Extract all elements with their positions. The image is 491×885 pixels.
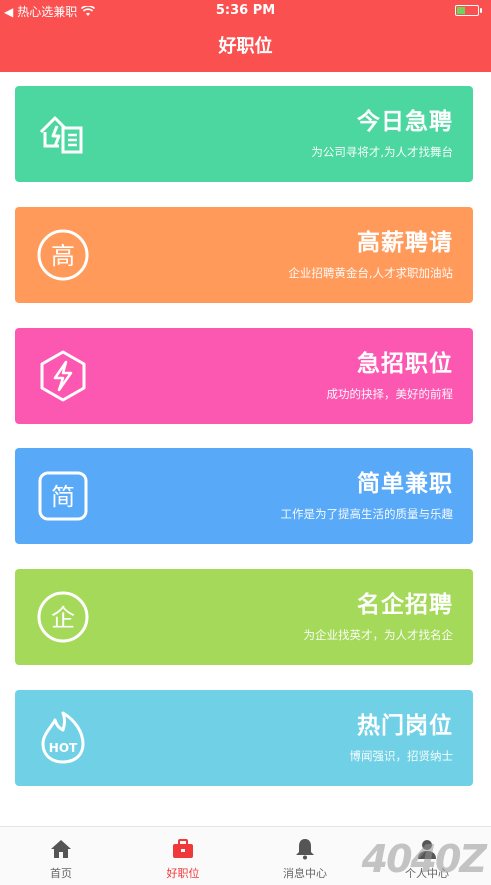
card-urgent-positions[interactable]: 急招职位 成功的抉择，美好的前程 <box>15 328 473 424</box>
hot-flame-icon: HOT <box>41 711 85 764</box>
card-high-salary[interactable]: 高 高薪聘请 企业招聘黄金台,人才求职加油站 <box>15 207 473 303</box>
card-title: 热门岗位 <box>357 713 453 739</box>
card-subtitle: 博闻强识，招贤纳士 <box>349 749 454 763</box>
card-title: 急招职位 <box>357 351 453 377</box>
tab-messages[interactable]: 消息中心 <box>244 827 366 885</box>
lightning-hexagon-icon <box>40 350 86 402</box>
svg-text:高: 高 <box>51 242 75 270</box>
card-subtitle: 企业招聘黄金台,人才求职加油站 <box>288 266 453 280</box>
card-subtitle: 为公司寻将才,为人才找舞台 <box>311 145 453 159</box>
tab-label: 首页 <box>50 867 72 880</box>
card-subtitle: 成功的抉择，美好的前程 <box>326 387 454 401</box>
tab-home[interactable]: 首页 <box>0 827 122 885</box>
bell-icon <box>296 839 314 860</box>
status-bar: ◀ 热心选兼职 5:36 PM <box>0 0 491 22</box>
svg-text:HOT: HOT <box>49 741 78 755</box>
svg-text:企: 企 <box>51 604 75 632</box>
card-subtitle: 为企业找英才，为人才找名企 <box>303 628 454 642</box>
card-simple-part-time[interactable]: 简 简单兼职 工作是为了提高生活的质量与乐趣 <box>15 448 473 544</box>
watermark-logo: 4040Z <box>361 837 487 881</box>
card-title: 高薪聘请 <box>357 230 453 256</box>
jian-square-icon: 简 <box>38 471 88 521</box>
card-title: 简单兼职 <box>357 471 453 497</box>
card-hot-positions[interactable]: HOT 热门岗位 博闻强识，招贤纳士 <box>15 690 473 786</box>
home-icon <box>51 840 71 858</box>
status-time: 5:36 PM <box>215 3 276 18</box>
tab-label: 消息中心 <box>283 867 327 880</box>
svg-text:简: 简 <box>51 483 75 511</box>
qi-circle-icon: 企 <box>37 591 89 643</box>
card-urgent-hiring[interactable]: 今日急聘 为公司寻将才,为人才找舞台 <box>15 86 473 182</box>
tab-good-jobs[interactable]: 好职位 <box>122 827 244 885</box>
briefcase-icon <box>173 839 193 858</box>
building-list-icon <box>39 116 83 154</box>
tab-label: 好职位 <box>166 867 200 880</box>
page-title: 好职位 <box>0 22 491 72</box>
card-subtitle: 工作是为了提高生活的质量与乐趣 <box>280 507 454 521</box>
card-title: 名企招聘 <box>357 592 453 618</box>
gao-circle-icon: 高 <box>37 229 89 281</box>
card-title: 今日急聘 <box>357 109 453 135</box>
battery-icon <box>455 5 482 16</box>
card-famous-companies[interactable]: 企 名企招聘 为企业找英才，为人才找名企 <box>15 569 473 665</box>
